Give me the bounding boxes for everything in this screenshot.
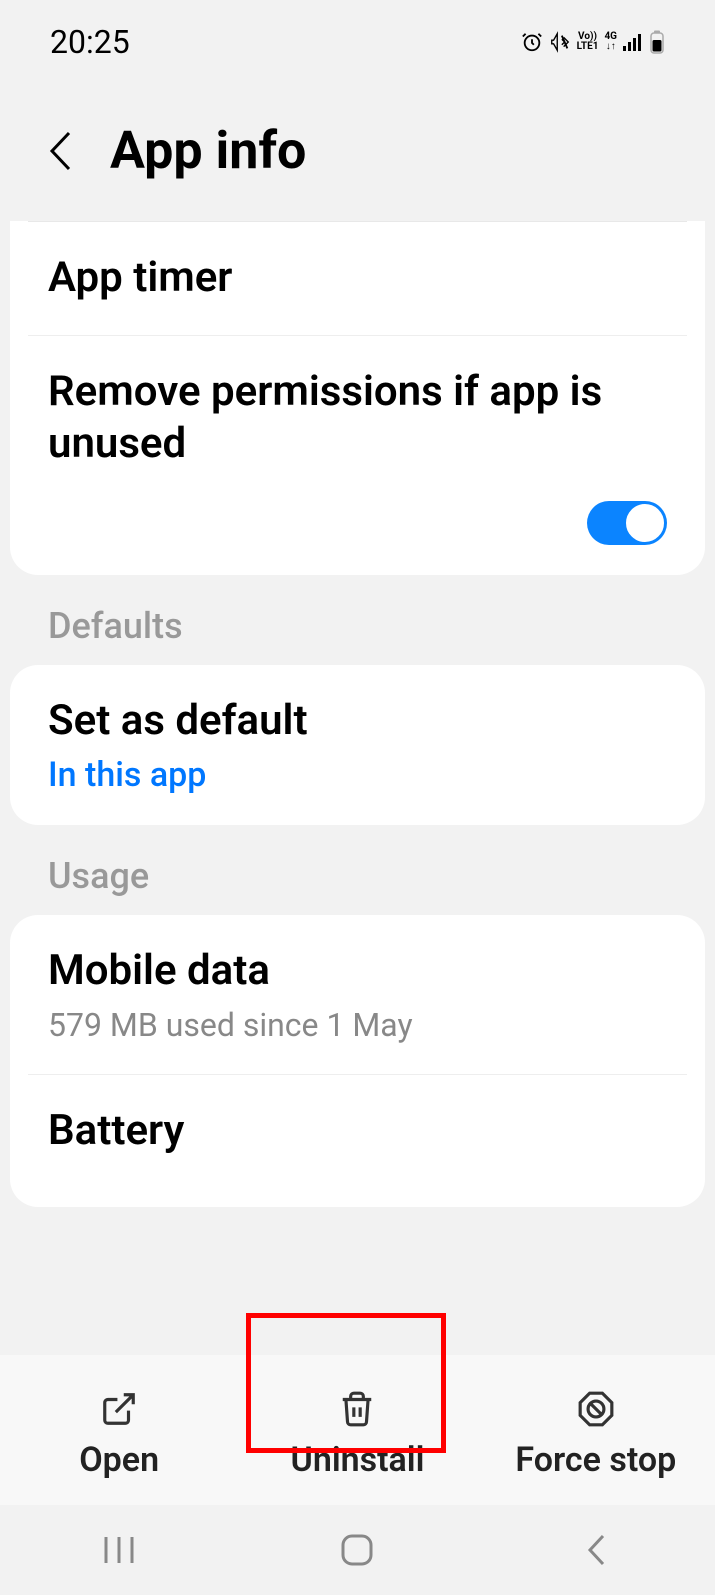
- app-timer-label: App timer: [48, 252, 667, 305]
- card-general: App timer Remove permissions if app is u…: [10, 221, 705, 575]
- mobile-data-item[interactable]: Mobile data 579 MB used since 1 May: [10, 915, 705, 1074]
- remove-permissions-label: Remove permissions if app is unused: [48, 366, 667, 471]
- toggle-row: [10, 483, 705, 575]
- home-icon: [340, 1533, 374, 1567]
- volte-icon: Vo))LTE1: [577, 32, 599, 52]
- mobile-data-sub: 579 MB used since 1 May: [48, 1006, 667, 1044]
- vibrate-icon: [549, 31, 571, 53]
- section-usage-label: Usage: [0, 825, 715, 915]
- status-icons: Vo))LTE1 4G↓↑: [521, 30, 665, 54]
- alarm-icon: [521, 31, 543, 53]
- force-stop-label: Force stop: [515, 1440, 676, 1480]
- recents-button[interactable]: [69, 1535, 169, 1565]
- open-label: Open: [79, 1440, 159, 1480]
- status-bar: 20:25 Vo))LTE1 4G↓↑: [0, 0, 715, 70]
- set-as-default-sub: In this app: [48, 755, 667, 795]
- set-as-default-item[interactable]: Set as default In this app: [10, 665, 705, 826]
- back-button[interactable]: [40, 131, 80, 171]
- app-timer-item[interactable]: App timer: [10, 222, 705, 335]
- network-4g-icon: 4G↓↑: [604, 32, 617, 52]
- status-time: 20:25: [50, 23, 130, 61]
- nav-back-button[interactable]: [546, 1533, 646, 1567]
- recents-icon: [102, 1535, 136, 1565]
- battery-label: Battery: [48, 1105, 667, 1158]
- battery-item[interactable]: Battery: [10, 1075, 705, 1208]
- set-as-default-label: Set as default: [48, 695, 667, 748]
- stop-icon: [577, 1390, 615, 1428]
- remove-permissions-toggle[interactable]: [587, 501, 667, 545]
- section-defaults-label: Defaults: [0, 575, 715, 665]
- chevron-left-icon: [47, 130, 73, 172]
- header: App info: [0, 70, 715, 221]
- page-title: App info: [110, 120, 306, 181]
- open-button[interactable]: Open: [0, 1390, 238, 1480]
- card-usage: Mobile data 579 MB used since 1 May Batt…: [10, 915, 705, 1207]
- home-button[interactable]: [307, 1533, 407, 1567]
- chevron-left-icon: [585, 1533, 607, 1567]
- force-stop-button[interactable]: Force stop: [477, 1390, 715, 1480]
- battery-icon: [649, 30, 665, 54]
- mobile-data-label: Mobile data: [48, 945, 667, 998]
- remove-permissions-item[interactable]: Remove permissions if app is unused: [10, 336, 705, 483]
- signal-icon: [623, 33, 643, 51]
- highlight-box: [246, 1313, 446, 1453]
- open-icon: [100, 1390, 138, 1428]
- system-nav-bar: [0, 1505, 715, 1595]
- toggle-knob: [624, 502, 666, 544]
- card-defaults: Set as default In this app: [10, 665, 705, 826]
